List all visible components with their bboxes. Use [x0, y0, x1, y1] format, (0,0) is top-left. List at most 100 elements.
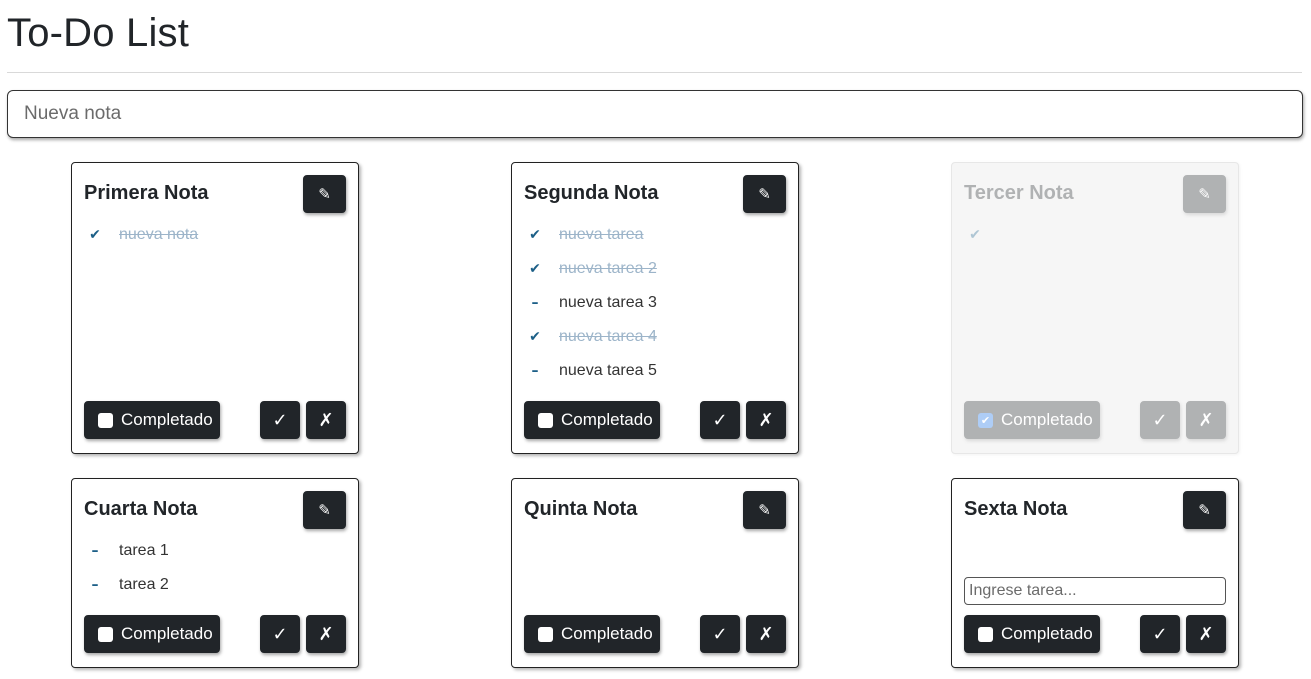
pencil-icon: ✎: [318, 185, 331, 203]
completed-label: Completado: [121, 624, 213, 643]
note-title: Segunda Nota: [524, 182, 659, 204]
delete-button[interactable]: ✗: [1186, 615, 1226, 653]
pencil-icon: ✎: [1198, 501, 1211, 519]
edit-note-button[interactable]: ✎: [743, 491, 786, 529]
completed-toggle-button[interactable]: Completado: [84, 401, 220, 439]
edit-note-button[interactable]: ✎: [303, 175, 346, 213]
pencil-icon: ✎: [758, 501, 771, 519]
completed-label: Completado: [121, 410, 213, 429]
note-card: Cuarta Nota ✎ – tarea 1 – tarea 2 Completad…: [71, 478, 359, 668]
check-icon: ✓: [712, 623, 728, 645]
task-text: nueva tarea 4: [559, 328, 657, 345]
edit-note-button[interactable]: ✎: [743, 175, 786, 213]
dash-marker-icon: –: [91, 543, 99, 559]
note-title: Quinta Nota: [524, 498, 638, 520]
task-item[interactable]: – tarea 2: [86, 568, 169, 602]
note-card: Tercer Nota ✎ ✔ ✔ Completado ✓ ✗: [951, 162, 1239, 454]
title-divider: [7, 72, 1302, 73]
pencil-icon: ✎: [1198, 185, 1211, 203]
x-icon: ✗: [758, 623, 774, 645]
completed-checkbox[interactable]: [98, 626, 113, 642]
completed-checkbox[interactable]: [538, 412, 553, 428]
confirm-button[interactable]: ✓: [700, 615, 740, 653]
note-title: Cuarta Nota: [84, 498, 198, 520]
edit-note-button[interactable]: ✎: [303, 491, 346, 529]
note-footer: Completado ✓ ✗: [964, 615, 1226, 653]
completed-checkbox[interactable]: [98, 412, 113, 428]
dash-marker-icon: –: [531, 295, 539, 311]
pencil-icon: ✎: [318, 501, 331, 519]
completed-toggle-button[interactable]: Completado: [524, 615, 660, 653]
confirm-button[interactable]: ✓: [260, 615, 300, 653]
completed-checkbox[interactable]: [538, 626, 553, 642]
note-card: Sexta Nota ✎ Completado ✓ ✗: [951, 478, 1239, 668]
note-card: Segunda Nota ✎ ✔ nueva tarea ✔ nueva tarea …: [511, 162, 799, 454]
completed-checkbox[interactable]: ✔: [978, 412, 993, 428]
task-item[interactable]: – tarea 1: [86, 534, 169, 568]
completed-toggle-button[interactable]: Completado: [84, 615, 220, 653]
completed-label: Completado: [1001, 624, 1093, 643]
pencil-icon: ✎: [758, 185, 771, 203]
delete-button[interactable]: ✗: [1186, 401, 1226, 439]
confirm-button[interactable]: ✓: [260, 401, 300, 439]
task-text: tarea 1: [119, 542, 169, 559]
task-text: nueva tarea 2: [559, 260, 657, 277]
page-title: To-Do List: [7, 11, 190, 55]
completed-label: Completado: [561, 624, 653, 643]
new-task-input[interactable]: [964, 577, 1226, 605]
x-icon: ✗: [318, 409, 334, 431]
x-icon: ✗: [318, 623, 334, 645]
check-marker-icon: ✔: [529, 329, 541, 345]
x-icon: ✗: [1198, 409, 1214, 431]
dash-marker-icon: –: [91, 577, 99, 593]
new-note-input[interactable]: [7, 90, 1303, 138]
task-text: nueva tarea: [559, 226, 644, 243]
check-marker-icon: ✔: [529, 261, 541, 277]
edit-note-button[interactable]: ✎: [1183, 175, 1226, 213]
delete-button[interactable]: ✗: [306, 401, 346, 439]
task-item[interactable]: ✔ nueva nota: [86, 218, 198, 252]
check-icon: ✓: [712, 409, 728, 431]
dash-marker-icon: –: [531, 363, 539, 379]
task-item[interactable]: – nueva tarea 5: [526, 354, 657, 388]
task-item[interactable]: ✔ nueva tarea 2: [526, 252, 657, 286]
task-item[interactable]: ✔ nueva tarea 4: [526, 320, 657, 354]
task-list: ✔ nueva tarea ✔ nueva tarea 2 – nueva tarea 3…: [526, 218, 657, 388]
check-icon: ✓: [272, 409, 288, 431]
note-footer: Completado ✓ ✗: [524, 615, 786, 653]
completed-toggle-button[interactable]: ✔ Completado: [964, 401, 1100, 439]
task-list: ✔ nueva nota: [86, 218, 198, 252]
task-list: – tarea 1 – tarea 2: [86, 534, 169, 602]
task-text: nueva tarea 5: [559, 362, 657, 379]
check-icon: ✓: [1152, 623, 1168, 645]
confirm-button[interactable]: ✓: [1140, 401, 1180, 439]
check-marker-icon: ✔: [89, 227, 101, 243]
delete-button[interactable]: ✗: [746, 401, 786, 439]
task-text: nueva nota: [119, 226, 199, 243]
note-title: Sexta Nota: [964, 498, 1068, 520]
delete-button[interactable]: ✗: [746, 615, 786, 653]
check-icon: ✓: [1152, 409, 1168, 431]
check-icon: ✓: [272, 623, 288, 645]
note-card: Primera Nota ✎ ✔ nueva nota Completado ✓ …: [71, 162, 359, 454]
task-text: nueva tarea 3: [559, 294, 657, 311]
completed-label: Completado: [1001, 410, 1093, 429]
x-icon: ✗: [1198, 623, 1214, 645]
note-footer: Completado ✓ ✗: [524, 401, 786, 439]
confirm-button[interactable]: ✓: [700, 401, 740, 439]
task-list: ✔: [966, 218, 999, 252]
completed-toggle-button[interactable]: Completado: [524, 401, 660, 439]
completed-checkbox[interactable]: [978, 626, 993, 642]
task-item[interactable]: – nueva tarea 3: [526, 286, 657, 320]
note-footer: Completado ✓ ✗: [84, 401, 346, 439]
task-item[interactable]: ✔ nueva tarea: [526, 218, 657, 252]
delete-button[interactable]: ✗: [306, 615, 346, 653]
task-item[interactable]: ✔: [966, 218, 999, 252]
completed-label: Completado: [561, 410, 653, 429]
note-title: Primera Nota: [84, 182, 209, 204]
confirm-button[interactable]: ✓: [1140, 615, 1180, 653]
check-marker-icon: ✔: [529, 227, 541, 243]
edit-note-button[interactable]: ✎: [1183, 491, 1226, 529]
task-text: tarea 2: [119, 576, 169, 593]
completed-toggle-button[interactable]: Completado: [964, 615, 1100, 653]
